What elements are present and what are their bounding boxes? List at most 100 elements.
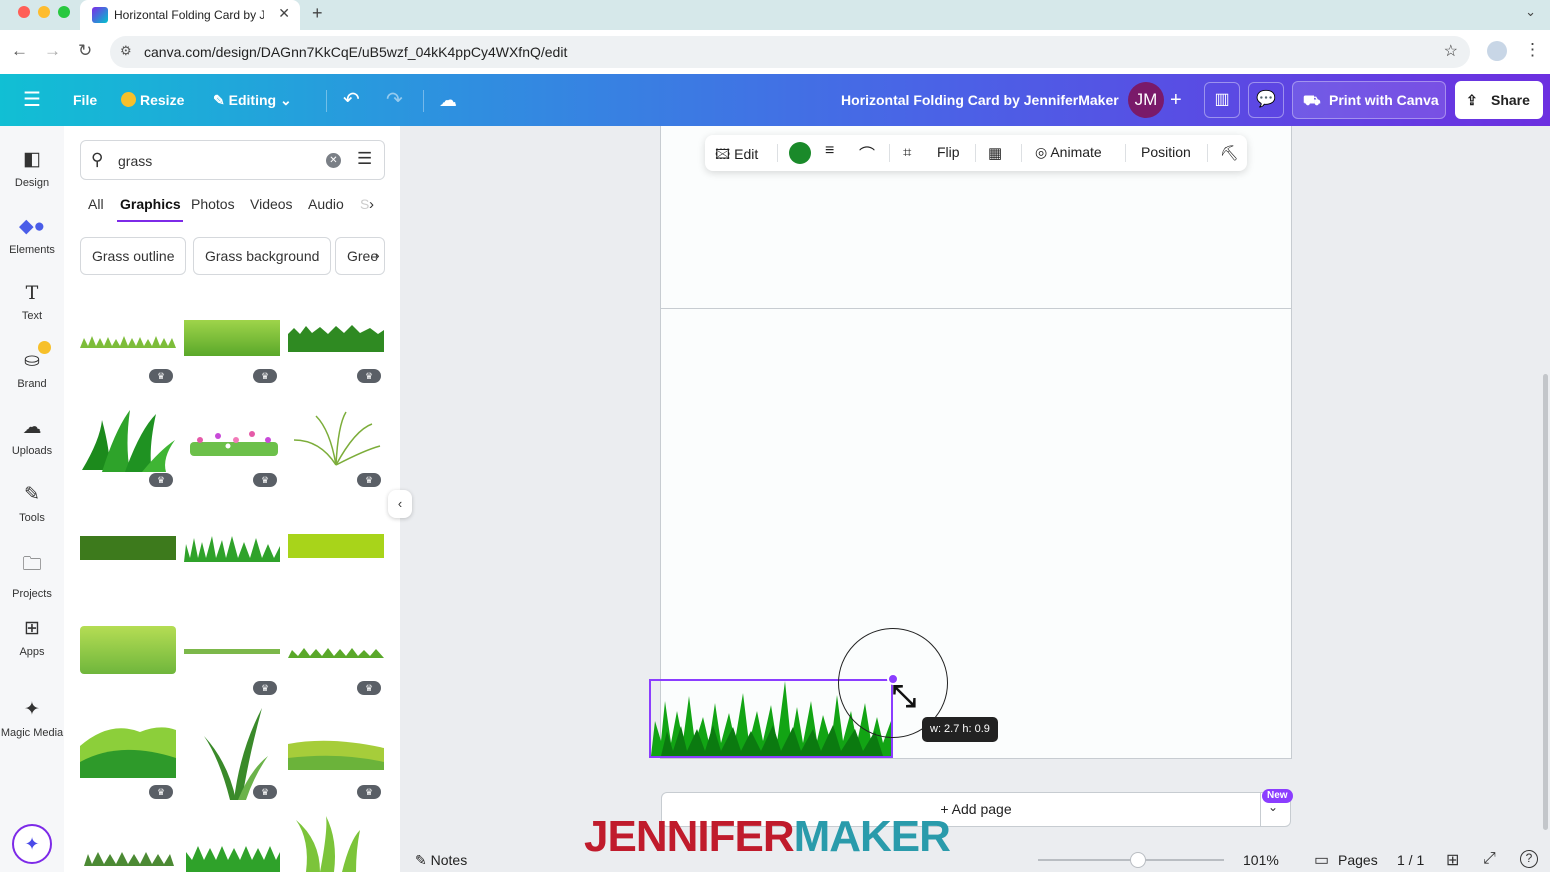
rail-item-tools[interactable]: ✎ Tools <box>0 483 64 524</box>
rail-item-magic-media[interactable]: ✦ Magic Media <box>0 698 64 739</box>
corner-rounding-icon[interactable]: ⌒ <box>859 141 875 165</box>
grass-graphic-thumb[interactable] <box>184 536 280 562</box>
tall-grass-graphic-thumb[interactable] <box>296 816 360 872</box>
back-arrow-icon[interactable]: ← <box>11 41 28 61</box>
rail-label: Magic Media <box>0 727 64 739</box>
comments-icon[interactable]: 💬 <box>1248 82 1284 118</box>
pro-crown-badge: ♛ <box>253 473 277 487</box>
pages-button[interactable]: Pages <box>1338 852 1378 868</box>
rail-item-uploads[interactable]: ☁ Uploads <box>0 416 64 457</box>
color-swatch-button[interactable] <box>789 142 811 164</box>
chip-label: Gree <box>347 248 379 264</box>
tab-all[interactable]: All <box>88 196 104 212</box>
chips-chevron-right-icon[interactable]: › <box>375 247 380 263</box>
rail-item-projects[interactable]: 🗀 Projects <box>0 550 64 600</box>
design-page[interactable] <box>660 126 1292 759</box>
vertical-scrollbar[interactable] <box>1543 374 1548 830</box>
toolbar-divider <box>777 144 778 162</box>
tab-photos[interactable]: Photos <box>191 196 235 212</box>
grass-hill-graphic-thumb[interactable] <box>288 740 384 770</box>
clear-search-icon[interactable]: ✕ <box>326 153 341 168</box>
border-style-icon[interactable]: ≡ <box>825 142 834 160</box>
browser-menu-icon[interactable]: ⋮ <box>1524 40 1541 60</box>
tab-search-chevron-icon[interactable]: ⌄ <box>1525 4 1536 20</box>
tab-audio[interactable]: Audio <box>308 196 344 212</box>
undo-icon[interactable]: ↶ <box>343 74 360 126</box>
grass-graphic-thumb[interactable] <box>84 852 174 866</box>
tab-graphics[interactable]: Graphics <box>120 196 181 212</box>
green-hills-graphic-thumb[interactable] <box>80 727 176 778</box>
browser-tab[interactable]: Horizontal Folding Card by Je ✕ <box>80 0 300 30</box>
crop-icon[interactable]: ⌗ <box>903 144 911 161</box>
grass-texture-graphic-thumb[interactable] <box>80 626 176 674</box>
suggestion-chip[interactable]: Grass outline <box>80 237 187 275</box>
green-strip-graphic-thumb[interactable] <box>288 534 384 558</box>
rail-label: Tools <box>19 512 45 524</box>
rail-item-brand[interactable]: ⛀ Brand <box>0 349 64 390</box>
rail-item-apps[interactable]: ⊞ Apps <box>0 617 64 658</box>
resize-button[interactable]: Resize <box>121 74 184 126</box>
cloud-saved-icon[interactable]: ☁ <box>439 74 457 126</box>
editing-mode-button[interactable]: ✎ Editing ⌄ <box>213 74 292 126</box>
animate-button[interactable]: ◎ Animate <box>1035 144 1102 161</box>
user-avatar[interactable]: JM <box>1128 82 1164 118</box>
position-button[interactable]: Position <box>1141 144 1191 160</box>
rail-item-text[interactable]: T Text <box>0 282 64 322</box>
toolbar-divider <box>975 144 976 162</box>
canva-favicon-icon <box>92 7 108 23</box>
rail-item-design[interactable]: ◧ Design <box>0 148 64 189</box>
suggestion-chip[interactable]: Grass background <box>193 237 332 275</box>
flip-button[interactable]: Flip <box>937 144 960 160</box>
forward-arrow-icon[interactable]: → <box>44 41 61 61</box>
maximize-window-button[interactable] <box>58 6 70 18</box>
canva-assistant-sparkle-icon[interactable]: ✦ <box>12 824 52 864</box>
help-icon[interactable]: ? <box>1520 850 1538 868</box>
minimize-window-button[interactable] <box>38 6 50 18</box>
fullscreen-icon[interactable]: ⤢ <box>1483 850 1496 868</box>
grass-sketch-graphic-thumb[interactable] <box>293 411 381 466</box>
collapse-panel-chevron-icon[interactable]: ‹ <box>388 490 412 518</box>
grass-graphic-thumb[interactable] <box>184 320 280 356</box>
grass-graphic-thumb[interactable] <box>288 648 384 658</box>
grass-tuft-graphic-thumb[interactable] <box>82 410 175 472</box>
rail-label: Brand <box>17 378 47 390</box>
grass-line-graphic-thumb[interactable] <box>184 649 280 654</box>
tabs-chevron-right-icon[interactable]: › <box>369 196 374 213</box>
grass-graphic-thumb[interactable] <box>288 325 384 352</box>
transparency-checker-icon[interactable]: ▦ <box>988 144 1002 162</box>
close-window-button[interactable] <box>18 6 30 18</box>
pro-crown-badge: ♛ <box>357 473 381 487</box>
search-input[interactable]: ⚲ grass ✕ ☰ <box>80 140 385 180</box>
main-menu-icon[interactable]: ☰ <box>23 74 41 126</box>
close-tab-icon[interactable]: ✕ <box>278 5 290 22</box>
file-menu-button[interactable]: File <box>73 74 97 126</box>
document-title[interactable]: Horizontal Folding Card by JenniferMaker <box>841 74 1119 126</box>
pages-icon[interactable]: ▭ <box>1314 850 1329 870</box>
grass-graphic-thumb[interactable] <box>80 336 176 348</box>
new-tab-icon[interactable]: + <box>312 3 323 24</box>
grass-graphic-thumb[interactable] <box>80 536 176 560</box>
rail-label: Elements <box>9 244 55 256</box>
pro-crown-badge: ♛ <box>253 681 277 695</box>
grass-graphic-thumb[interactable] <box>186 846 280 872</box>
print-with-canva-button[interactable]: ⛟ Print with Canva <box>1292 81 1446 119</box>
insights-chart-icon[interactable]: ▥ <box>1204 82 1240 118</box>
site-settings-icon[interactable]: ⚙ <box>120 43 132 59</box>
edit-image-button[interactable]: 🖾 Edit <box>715 144 758 168</box>
profile-avatar-icon[interactable] <box>1487 41 1507 61</box>
grid-view-icon[interactable]: ⊞ <box>1446 850 1459 870</box>
notes-button[interactable]: ✎ Notes <box>415 852 467 869</box>
flower-grass-graphic-thumb[interactable] <box>190 431 278 456</box>
tab-more[interactable]: S <box>360 196 369 212</box>
rail-item-elements[interactable]: ◆● Elements <box>0 215 64 256</box>
tab-videos[interactable]: Videos <box>250 196 293 212</box>
filter-sliders-icon[interactable]: ☰ <box>357 149 372 169</box>
bookmark-star-icon[interactable]: ☆ <box>1444 41 1458 61</box>
redo-icon[interactable]: ↷ <box>386 74 403 126</box>
paint-roller-icon[interactable]: ⛏ <box>1220 144 1239 162</box>
invite-plus-icon[interactable]: + <box>1170 89 1182 112</box>
reload-icon[interactable]: ↻ <box>78 41 92 61</box>
share-button[interactable]: ⇪ Share <box>1455 81 1543 119</box>
address-bar[interactable]: ⚙ canva.com/design/DAGnn7KkCqE/uB5wzf_04… <box>110 36 1470 68</box>
zoom-percentage[interactable]: 101% <box>1243 852 1279 868</box>
